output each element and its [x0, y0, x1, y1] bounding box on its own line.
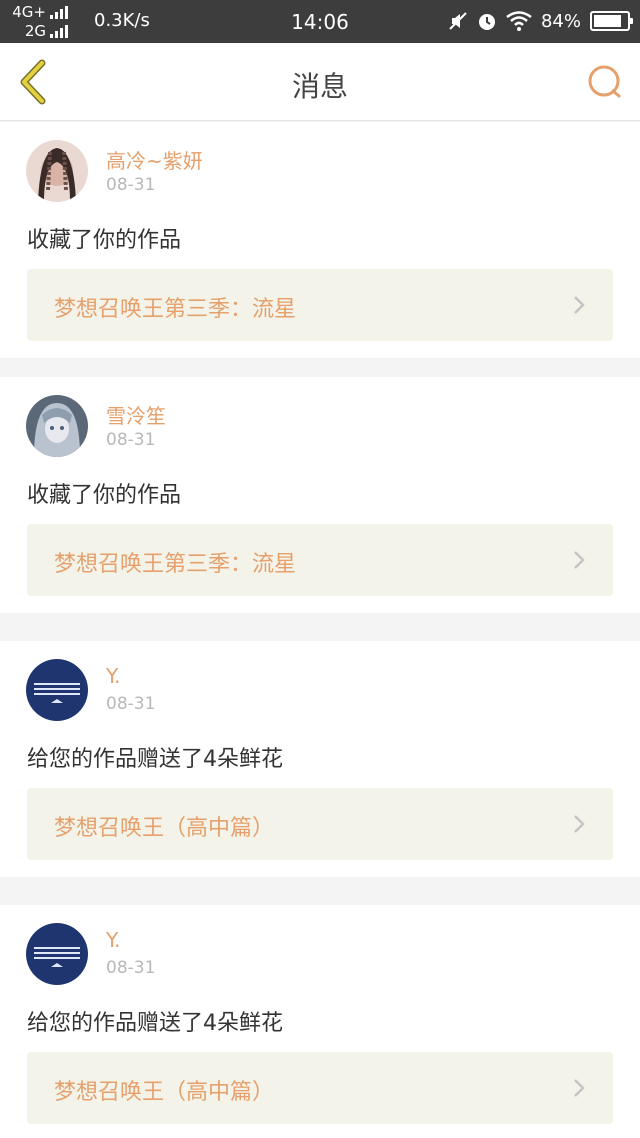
message-date: 08-31 — [106, 694, 156, 714]
app-header: 消息 — [0, 43, 640, 121]
wifi-icon — [506, 11, 532, 31]
message-date: 08-31 — [106, 175, 156, 195]
search-button[interactable] — [586, 63, 624, 101]
message-text: 收藏了你的作品 — [27, 228, 182, 253]
username[interactable]: Y. — [106, 664, 121, 688]
work-title: 梦想召唤王第三季：流星 — [54, 297, 297, 322]
avatar[interactable] — [26, 395, 88, 457]
battery-icon — [590, 11, 633, 31]
message-card: Y. 08-31 给您的作品赠送了4朵鲜花 梦想召唤王（高中篇） — [0, 905, 640, 1138]
message-text: 给您的作品赠送了4朵鲜花 — [27, 747, 283, 772]
chevron-right-icon — [574, 1079, 585, 1097]
message-card: 高冷~紫妍 08-31 收藏了你的作品 梦想召唤王第三季：流星 — [0, 122, 640, 358]
message-text: 收藏了你的作品 — [27, 483, 182, 508]
search-icon — [588, 65, 621, 98]
message-date: 08-31 — [106, 430, 156, 450]
chevron-right-icon — [574, 551, 585, 569]
work-title: 梦想召唤王（高中篇） — [54, 816, 275, 841]
chevron-right-icon — [574, 296, 585, 314]
work-link[interactable]: 梦想召唤王第三季：流星 — [27, 524, 613, 596]
avatar[interactable] — [26, 923, 88, 985]
battery-percent: 84% — [540, 10, 581, 32]
username[interactable]: 雪泠笙 — [106, 400, 166, 429]
chevron-right-icon — [574, 815, 585, 833]
work-link[interactable]: 梦想召唤王（高中篇） — [27, 1052, 613, 1124]
page-title: 消息 — [291, 70, 348, 103]
avatar[interactable] — [26, 659, 88, 721]
avatar[interactable] — [26, 140, 88, 202]
username[interactable]: 高冷~紫妍 — [106, 145, 203, 174]
work-title: 梦想召唤王（高中篇） — [54, 1080, 275, 1105]
alarm-icon — [477, 11, 497, 31]
status-bar: 4G+ 2G 0.3K/s 14:06 84% — [0, 0, 640, 43]
work-link[interactable]: 梦想召唤王第三季：流星 — [27, 269, 613, 341]
work-title: 梦想召唤王第三季：流星 — [54, 552, 297, 577]
message-card: Y. 08-31 给您的作品赠送了4朵鲜花 梦想召唤王（高中篇） — [0, 641, 640, 877]
message-card: 雪泠笙 08-31 收藏了你的作品 梦想召唤王第三季：流星 — [0, 377, 640, 613]
message-text: 给您的作品赠送了4朵鲜花 — [27, 1011, 283, 1036]
work-link[interactable]: 梦想召唤王（高中篇） — [27, 788, 613, 860]
message-date: 08-31 — [106, 958, 156, 978]
mute-icon — [448, 11, 468, 31]
username[interactable]: Y. — [106, 928, 121, 952]
